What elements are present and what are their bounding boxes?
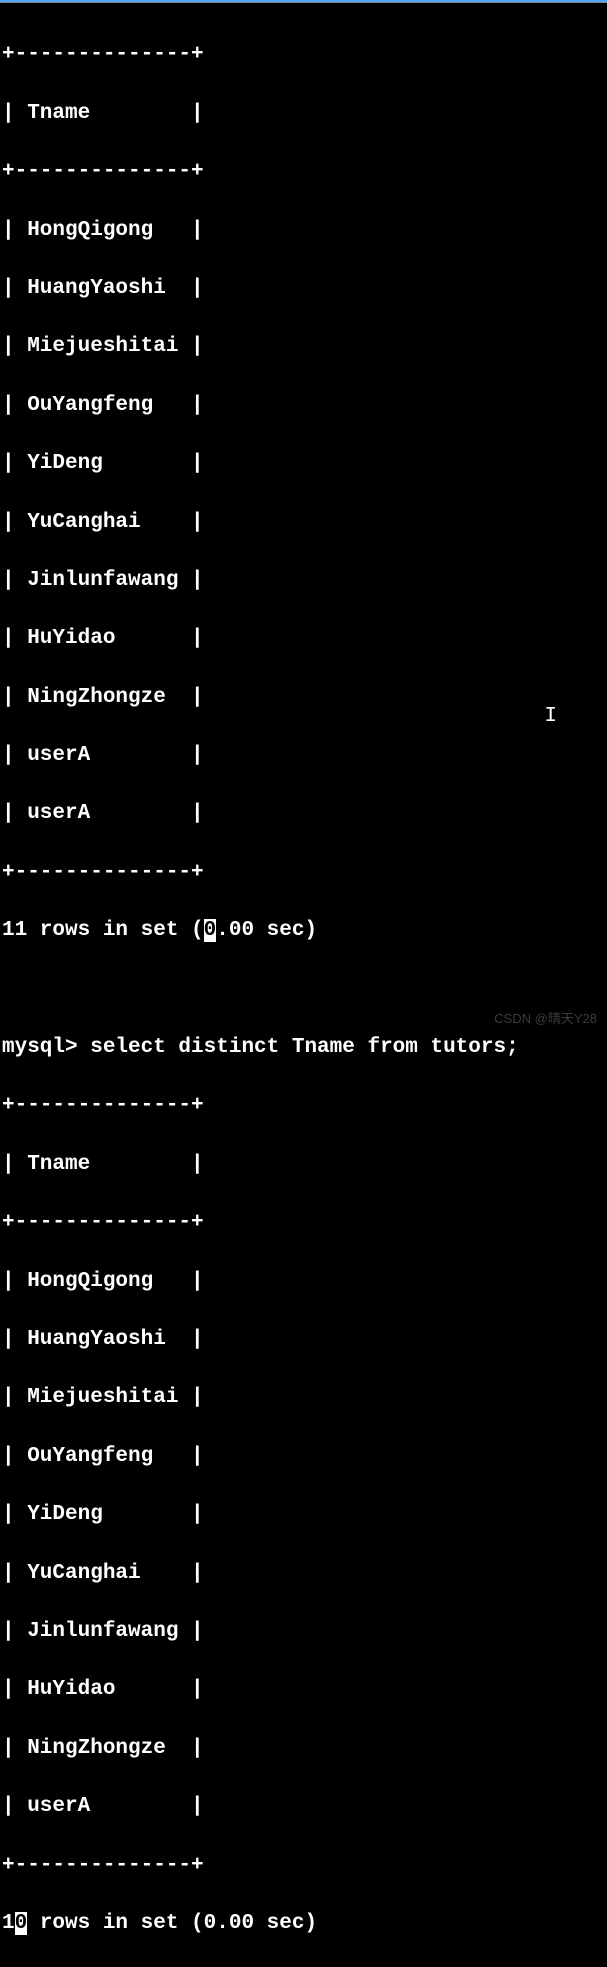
table-row: | Jinlunfawang | — [2, 1617, 607, 1646]
table-border: +--------------+ — [2, 1091, 607, 1120]
terminal-output[interactable]: +--------------+ | Tname | +------------… — [0, 11, 607, 1967]
table-row: | userA | — [2, 741, 607, 770]
table-row: | Miejueshitai | — [2, 1383, 607, 1412]
watermark-text: CSDN @晴天Y28 — [494, 1010, 597, 1028]
table-row: | HuangYaoshi | — [2, 1325, 607, 1354]
table-header: | Tname | — [2, 99, 607, 128]
table-row: | Jinlunfawang | — [2, 566, 607, 595]
table-row: | HuYidao | — [2, 1675, 607, 1704]
selected-text: 0 — [15, 1912, 28, 1935]
table-row: | HuangYaoshi | — [2, 274, 607, 303]
table-border: +--------------+ — [2, 858, 607, 887]
table-row: | YiDeng | — [2, 1500, 607, 1529]
table-border: +--------------+ — [2, 1851, 607, 1880]
summary-text: .00 sec) — [216, 919, 317, 942]
table-border: +--------------+ — [2, 157, 607, 186]
table-border: +--------------+ — [2, 1208, 607, 1237]
table-row: | OuYangfeng | — [2, 391, 607, 420]
table-row: | Miejueshitai | — [2, 332, 607, 361]
table-row: | YiDeng | — [2, 449, 607, 478]
command-line[interactable]: mysql> select distinct Tname from tutors… — [2, 1033, 607, 1062]
table-row: | YuCanghai | — [2, 508, 607, 537]
sql-query: select distinct Tname from tutors; — [90, 1036, 518, 1059]
table-row: | NingZhongze | — [2, 683, 607, 712]
selected-text: 0 — [204, 919, 217, 942]
summary-text: 11 rows in set ( — [2, 919, 204, 942]
summary-text: 1 — [2, 1912, 15, 1935]
mysql-prompt: mysql> — [2, 1036, 90, 1059]
table-row: | HongQigong | — [2, 1267, 607, 1296]
table-row: | userA | — [2, 1792, 607, 1821]
table-row: | HongQigong | — [2, 216, 607, 245]
summary-text: rows in set (0.00 sec) — [27, 1912, 317, 1935]
table-header: | Tname | — [2, 1150, 607, 1179]
table-row: | YuCanghai | — [2, 1559, 607, 1588]
table-row: | NingZhongze | — [2, 1734, 607, 1763]
window-top-bar — [0, 0, 607, 3]
table-row: | HuYidao | — [2, 624, 607, 653]
result-summary: 11 rows in set (0.00 sec) — [2, 916, 607, 945]
table-border: +--------------+ — [2, 40, 607, 69]
blank-line — [2, 975, 607, 1004]
text-cursor-icon: I — [544, 702, 557, 731]
table-row: | userA | — [2, 799, 607, 828]
table-row: | OuYangfeng | — [2, 1442, 607, 1471]
result-summary: 10 rows in set (0.00 sec) — [2, 1909, 607, 1938]
